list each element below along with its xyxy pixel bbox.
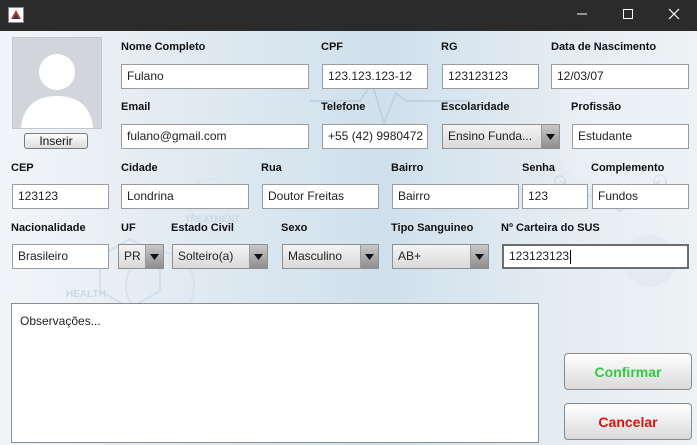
nome-completo-label: Nome Completo (121, 41, 206, 53)
uf-select[interactable]: PR (118, 244, 164, 269)
user-silhouette-icon (21, 54, 93, 128)
nacionalidade-field[interactable]: Brasileiro (12, 244, 109, 269)
form-panel: TREATMENT HEALTH Inserir Nome Completo F… (0, 31, 697, 445)
app-window: TREATMENT HEALTH Inserir Nome Completo F… (0, 0, 697, 445)
bairro-label: Bairro (391, 162, 424, 174)
cpf-label: CPF (321, 41, 343, 53)
cpf-field[interactable]: 123.123.123-12 (322, 64, 428, 89)
java-app-icon (8, 7, 24, 23)
maximize-button[interactable] (605, 0, 651, 31)
escolaridade-select[interactable]: Ensino Funda... (442, 124, 560, 149)
estado-civil-value: Solteiro(a) (178, 249, 234, 263)
senha-label: Senha (522, 162, 556, 174)
complemento-field[interactable]: Fundos (592, 184, 689, 209)
chevron-down-icon[interactable] (360, 245, 378, 268)
cidade-field[interactable]: Londrina (121, 184, 249, 209)
chevron-down-icon[interactable] (470, 245, 488, 268)
cancelar-button[interactable]: Cancelar (564, 403, 692, 440)
close-icon (668, 7, 680, 25)
sexo-value: Masculino (288, 249, 343, 263)
profissao-field[interactable]: Estudante (572, 124, 689, 149)
uf-value: PR (124, 249, 141, 263)
carteira-sus-field[interactable]: 123123123 (502, 244, 689, 269)
estado-civil-select[interactable]: Solteiro(a) (172, 244, 268, 269)
tipo-sanguineo-value: AB+ (398, 249, 422, 263)
carteira-sus-value: 123123123 (509, 249, 570, 263)
cancelar-label: Cancelar (598, 413, 658, 430)
data-nascimento-label: Data de Nascimento (551, 41, 657, 53)
observacoes-textarea[interactable]: Observações... (11, 303, 539, 443)
telefone-label: Telefone (321, 101, 366, 113)
close-button[interactable] (651, 0, 697, 31)
minimize-icon (576, 7, 588, 25)
confirmar-label: Confirmar (594, 363, 662, 380)
complemento-label: Complemento (591, 162, 665, 174)
nome-completo-field[interactable]: Fulano (121, 64, 309, 89)
senha-field[interactable]: 123 (522, 184, 588, 209)
maximize-icon (622, 7, 634, 25)
tipo-sanguineo-label: Tipo Sanguineo (391, 222, 474, 234)
cidade-label: Cidade (121, 162, 158, 174)
chevron-down-icon[interactable] (249, 245, 267, 268)
email-label: Email (121, 101, 151, 113)
bairro-field[interactable]: Bairro (392, 184, 519, 209)
escolaridade-label: Escolaridade (441, 101, 510, 113)
sexo-label: Sexo (281, 222, 308, 234)
text-caret (570, 249, 572, 264)
uf-label: UF (121, 222, 136, 234)
sexo-select[interactable]: Masculino (282, 244, 379, 269)
cep-label: CEP (11, 162, 34, 174)
data-nascimento-field[interactable]: 12/03/07 (551, 64, 689, 89)
insert-photo-button[interactable]: Inserir (24, 133, 88, 149)
estado-civil-label: Estado Civil (171, 222, 234, 234)
tipo-sanguineo-select[interactable]: AB+ (392, 244, 489, 269)
rua-field[interactable]: Doutor Freitas (262, 184, 379, 209)
watermark-health: HEALTH (66, 289, 106, 300)
rua-label: Rua (261, 162, 282, 174)
telefone-field[interactable]: +55 (42) 9980472 (322, 124, 428, 149)
nacionalidade-label: Nacionalidade (11, 222, 86, 234)
escolaridade-value: Ensino Funda... (448, 129, 533, 143)
email-field[interactable]: fulano@gmail.com (121, 124, 309, 149)
chevron-down-icon[interactable] (541, 125, 559, 148)
rg-field[interactable]: 123123123 (442, 64, 539, 89)
rg-label: RG (441, 41, 458, 53)
title-bar (0, 0, 697, 31)
profissao-label: Profissão (571, 101, 622, 113)
cep-field[interactable]: 123123 (12, 184, 109, 209)
minimize-button[interactable] (559, 0, 605, 31)
chevron-down-icon[interactable] (145, 245, 163, 268)
carteira-sus-label: Nº Carteira do SUS (501, 222, 600, 234)
confirmar-button[interactable]: Confirmar (564, 353, 692, 390)
profile-photo (12, 37, 102, 129)
